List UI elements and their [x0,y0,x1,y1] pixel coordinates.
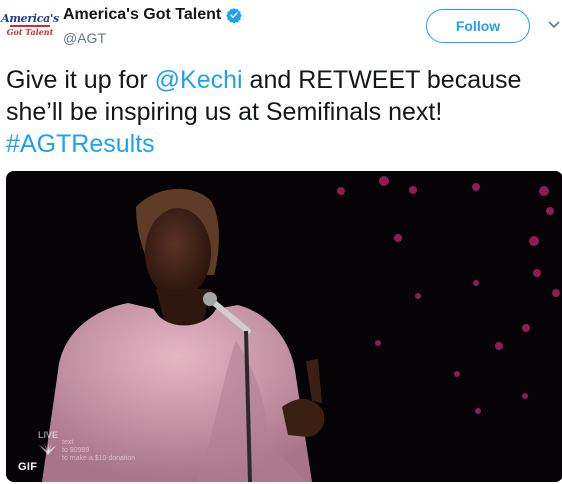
avatar[interactable]: America's Got Talent [1,8,59,42]
logo-subtext: Got Talent [6,27,54,37]
live-bug: LIVE [36,431,60,458]
user-handle[interactable]: @AGT [63,30,106,46]
follow-button[interactable]: Follow [426,9,530,43]
display-name[interactable]: America's Got Talent [63,6,221,24]
live-label: LIVE [38,430,59,440]
donation-line-3: to make a $10 donation [62,455,136,462]
donation-line-2: to 90999 [62,447,90,454]
hashtag-link[interactable]: #AGTResults [6,130,155,158]
donation-line-1: text [62,439,74,446]
verified-badge-icon [226,8,242,23]
tweet-text-start: Give it up for [6,66,155,94]
logo-text: America's [1,12,59,25]
tweet-text: Give it up for @Kechi and RETWEET becaus… [6,64,558,160]
chevron-down-icon[interactable] [548,20,560,30]
performer-scene [6,171,562,482]
nbc-peacock-icon [39,442,57,455]
author-name-row: America's Got Talent [63,6,242,24]
gif-badge: GIF [18,461,38,473]
agt-logo: America's Got Talent [1,12,59,37]
mention-link[interactable]: @Kechi [155,66,243,94]
donation-info: text to 90999 to make a $10 donation [62,439,135,463]
gif-media[interactable]: LIVE text to 90999 to make a $10 donatio… [6,171,562,482]
